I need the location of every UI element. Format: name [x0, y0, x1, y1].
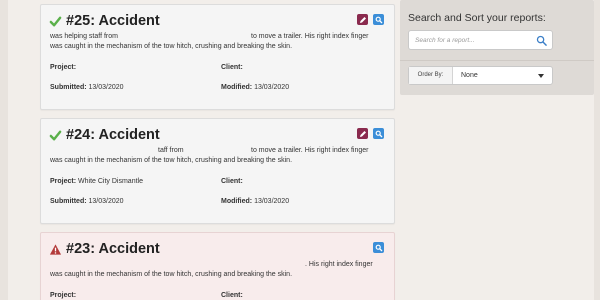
edit-icon[interactable]: [357, 14, 368, 25]
caret-down-icon[interactable]: [538, 74, 544, 78]
project-field: Project:: [50, 63, 76, 72]
description-text-3: was caught in the mechanism of the tow h…: [50, 43, 293, 50]
project-value: White City Dismantle: [78, 178, 143, 185]
client-label: Client:: [221, 64, 243, 71]
order-by-select[interactable]: Order By: None: [408, 66, 553, 85]
project-label: Project:: [50, 64, 77, 71]
page-edge-right: [594, 0, 600, 300]
submitted-field: Submitted: 13/03/2020: [50, 83, 124, 92]
project-field: Project:: [50, 291, 76, 300]
description-text-2: . His right index finger: [305, 261, 373, 268]
submitted-field: Submitted: 13/03/2020: [50, 197, 124, 206]
report-title-text: #23: Accident: [66, 241, 160, 257]
project-label: Project:: [50, 292, 77, 299]
submitted-label: Submitted:: [50, 198, 87, 205]
order-by-label: Order By:: [409, 67, 453, 84]
checkmark-icon: [49, 16, 62, 26]
client-field: Client:: [221, 63, 243, 72]
modified-label: Modified:: [221, 198, 253, 205]
client-label: Client:: [221, 292, 243, 299]
view-icon[interactable]: [373, 14, 384, 25]
report-actions: [357, 14, 384, 25]
submitted-date: 13/03/2020: [88, 84, 124, 91]
description-text-3: was caught in the mechanism of the tow h…: [50, 271, 293, 278]
report-title-text: #25: Accident: [66, 13, 160, 29]
search-sort-panel: Search and Sort your reports: Order By: …: [400, 0, 594, 95]
view-icon[interactable]: [373, 242, 384, 253]
report-title[interactable]: #24: Accident: [49, 127, 160, 143]
panel-divider: [400, 60, 594, 61]
page-edge-left: [0, 0, 8, 300]
report-title-text: #24: Accident: [66, 127, 160, 143]
report-title[interactable]: #25: Accident: [49, 13, 160, 29]
checkmark-icon: [49, 130, 62, 140]
search-input[interactable]: [415, 34, 525, 47]
description-text-1: was helping staff from: [50, 33, 118, 40]
project-label: Project:: [50, 178, 77, 185]
report-actions: [373, 242, 384, 253]
edit-icon[interactable]: [357, 128, 368, 139]
submitted-label: Submitted:: [50, 84, 87, 91]
modified-date: 13/03/2020: [254, 198, 290, 205]
report-actions: [357, 128, 384, 139]
report-card-25[interactable]: #25: Accident was helping staff from to …: [40, 4, 395, 110]
view-icon[interactable]: [373, 128, 384, 139]
description-text-2: to move a trailer. His right index finge…: [251, 147, 369, 154]
description-text-2: to move a trailer. His right index finge…: [251, 33, 369, 40]
search-icon[interactable]: [536, 35, 547, 46]
modified-field: Modified: 13/03/2020: [221, 83, 289, 92]
client-field: Client:: [221, 291, 243, 300]
order-by-value[interactable]: None: [461, 67, 478, 84]
report-title[interactable]: #23: Accident: [49, 241, 160, 257]
client-label: Client:: [221, 178, 243, 185]
modified-field: Modified: 13/03/2020: [221, 197, 289, 206]
description-text-1: taff from: [158, 147, 184, 154]
client-field: Client:: [221, 177, 243, 186]
project-field: Project: White City Dismantle: [50, 177, 143, 186]
report-card-23[interactable]: #23: Accident . His right index finger w…: [40, 232, 395, 300]
panel-title: Search and Sort your reports:: [408, 12, 546, 24]
modified-label: Modified:: [221, 84, 253, 91]
description-text-3: was caught in the mechanism of the tow h…: [50, 157, 293, 164]
report-card-24[interactable]: #24: Accident taff from to move a traile…: [40, 118, 395, 224]
search-box: [408, 30, 553, 50]
submitted-date: 13/03/2020: [88, 198, 124, 205]
warning-icon: [49, 243, 62, 255]
modified-date: 13/03/2020: [254, 84, 290, 91]
